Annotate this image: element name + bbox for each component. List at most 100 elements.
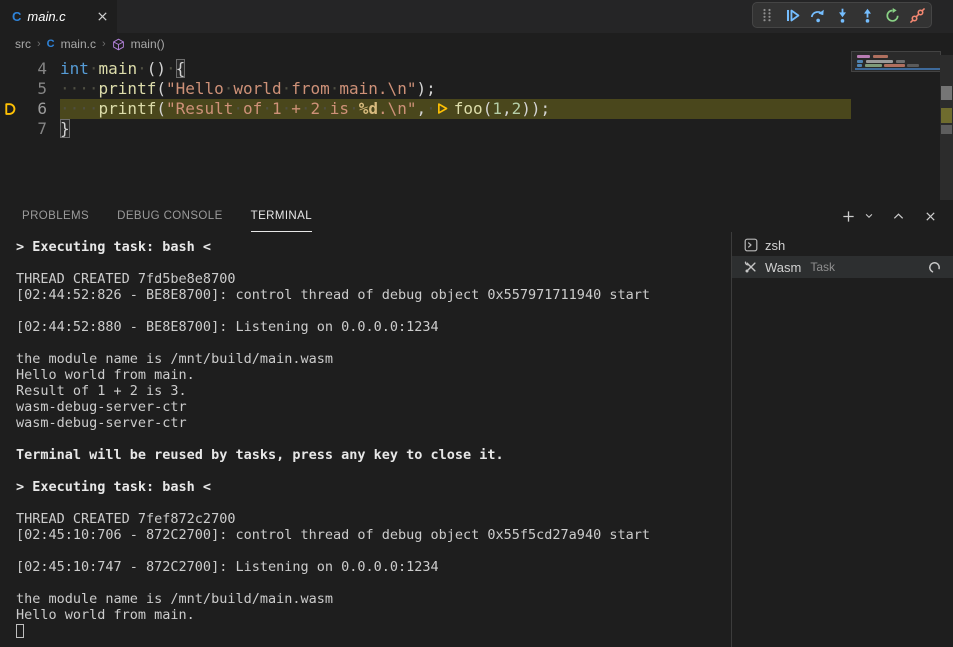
scrollbar-mark [941, 108, 952, 123]
code-token: ···· [60, 79, 99, 98]
code-token: , [417, 99, 427, 118]
close-icon[interactable] [96, 10, 109, 23]
restart-icon[interactable] [883, 6, 901, 24]
code-token: "Hello [166, 79, 224, 98]
terminal-icon [744, 238, 758, 252]
breadcrumb-src[interactable]: src [15, 37, 31, 51]
breadcrumb-symbol[interactable]: main() [131, 37, 165, 51]
code-token: ···· [60, 99, 99, 118]
line-number[interactable]: 7 [0, 119, 60, 139]
code-token: · [89, 59, 99, 78]
code-token: 2 [311, 99, 321, 118]
scrollbar[interactable] [940, 55, 953, 200]
terminal-line [16, 543, 731, 559]
code-line[interactable]: ····printf("Hello·world·from·main.\n"); [60, 79, 851, 99]
code-area: int·main·()·{····printf("Hello·world·fro… [60, 55, 851, 200]
code-token: printf [99, 79, 157, 98]
step-out-icon[interactable] [858, 6, 876, 24]
maximize-panel-icon[interactable] [889, 207, 907, 225]
step-in-target-icon [436, 100, 454, 120]
code-line[interactable]: } [60, 119, 851, 139]
chevron-right-icon: › [37, 38, 41, 50]
code-token: world [233, 79, 281, 98]
terminal-line [16, 431, 731, 447]
code-token: 1 [492, 99, 502, 118]
disconnect-icon[interactable] [908, 6, 926, 24]
breadcrumb-file[interactable]: main.c [61, 37, 96, 51]
code-editor[interactable]: 4567 int·main·()·{····printf("Hello·worl… [0, 55, 953, 200]
terminal-line: Hello world from main. [16, 607, 731, 623]
code-token: · [330, 79, 340, 98]
code-token: ); [416, 79, 435, 98]
panel-body: > Executing task: bash < THREAD CREATED … [0, 232, 953, 647]
step-into-icon[interactable] [833, 6, 851, 24]
code-token: ( [483, 99, 493, 118]
code-line[interactable]: int·main·()·{ [60, 59, 851, 79]
loading-spinner-icon [928, 261, 941, 274]
chevron-down-icon[interactable] [863, 207, 875, 225]
minimap-highlight-line [855, 68, 941, 70]
c-file-icon: C [12, 9, 21, 24]
minimap-code-mark [857, 55, 870, 58]
terminal-list-item-wasm[interactable]: Wasm Task [732, 256, 953, 278]
code-token: · [233, 99, 243, 118]
minimap-code-mark [865, 64, 882, 67]
code-token: · [137, 59, 147, 78]
minimap-code-mark [866, 60, 893, 63]
code-token: 2 [512, 99, 522, 118]
line-number[interactable]: 5 [0, 79, 60, 99]
tools-icon [744, 260, 758, 274]
line-number[interactable]: 6 [0, 99, 60, 119]
terminal-line: wasm-debug-server-ctr [16, 415, 731, 431]
gutter: 4567 [0, 55, 60, 200]
terminal-output[interactable]: > Executing task: bash < THREAD CREATED … [0, 232, 731, 647]
tab-problems[interactable]: PROBLEMS [22, 200, 89, 232]
tab-debug-console[interactable]: DEBUG CONSOLE [117, 200, 223, 232]
new-terminal-icon[interactable] [839, 207, 857, 225]
tab-bar: C main.c [0, 0, 953, 33]
code-token: · [166, 59, 176, 78]
code-token: foo [454, 99, 483, 118]
code-token: () [147, 59, 166, 78]
terminal-line [16, 495, 731, 511]
minimap-code-mark [907, 64, 919, 67]
scrollbar-mark [941, 125, 952, 134]
close-panel-icon[interactable] [921, 207, 939, 225]
terminal-cursor [16, 624, 24, 638]
code-token: is [330, 99, 349, 118]
code-token: { [176, 59, 186, 78]
terminal-list-item-zsh[interactable]: zsh [732, 234, 953, 256]
code-token: ( [156, 99, 166, 118]
terminal-line: [02:44:52:880 - BE8E8700]: Listening on … [16, 319, 731, 335]
code-token: · [282, 99, 292, 118]
step-over-icon[interactable] [808, 6, 826, 24]
code-token: main.\n" [339, 79, 416, 98]
terminal-label: zsh [765, 238, 785, 253]
drag-handle-icon[interactable] [758, 6, 776, 24]
symbol-method-icon [112, 38, 125, 51]
code-token: 1 [272, 99, 282, 118]
vscode-window: C main.c [0, 0, 953, 647]
minimap-code-mark [896, 60, 905, 63]
terminal-list: zsh Wasm Task [731, 232, 953, 647]
code-token: · [224, 79, 234, 98]
continue-icon[interactable] [783, 6, 801, 24]
terminal-label: Wasm [765, 260, 801, 275]
terminal-line [16, 463, 731, 479]
terminal-line: the module name is /mnt/build/main.wasm [16, 351, 731, 367]
code-token: · [301, 99, 311, 118]
code-token: ( [156, 79, 166, 98]
code-token: · [349, 99, 359, 118]
terminal-line: > Executing task: bash < [16, 479, 731, 495]
terminal-line: Terminal will be reused by tasks, press … [16, 447, 731, 463]
terminal-line [16, 335, 731, 351]
tab-title: main.c [27, 9, 65, 24]
minimap-code-mark [873, 55, 888, 58]
tab-main-c[interactable]: C main.c [0, 0, 118, 33]
c-file-icon: C [47, 38, 55, 50]
minimap-code-mark [857, 60, 863, 63]
code-line[interactable]: ····printf("Result·of·1·+·2·is·%d.\n",·f… [60, 99, 851, 119]
tab-terminal[interactable]: TERMINAL [251, 200, 312, 232]
line-number[interactable]: 4 [0, 59, 60, 79]
minimap-code-mark [884, 64, 905, 67]
